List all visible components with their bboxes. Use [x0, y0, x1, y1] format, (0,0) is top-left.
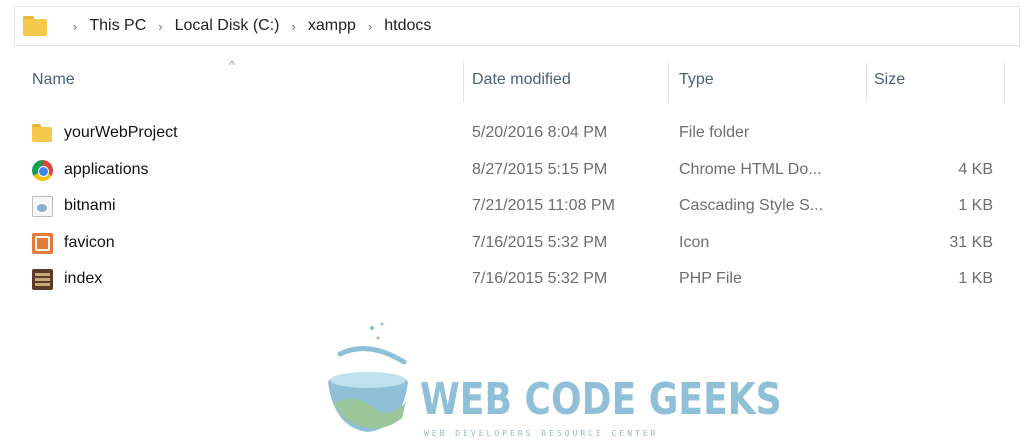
folder-icon [23, 15, 49, 37]
file-name: index [64, 270, 103, 287]
column-header-name[interactable]: Name [32, 56, 462, 104]
column-header-size[interactable]: Size [874, 56, 994, 104]
column-divider[interactable] [463, 62, 464, 102]
chevron-right-icon: › [73, 18, 78, 34]
chrome-html-icon [32, 159, 53, 181]
breadcrumb-this-pc[interactable]: This PC [89, 17, 146, 35]
column-divider[interactable] [1004, 62, 1005, 102]
chevron-right-icon[interactable]: › [368, 19, 372, 34]
file-type: Cascading Style S... [679, 197, 824, 214]
column-header-type[interactable]: Type [679, 56, 864, 104]
file-type: Icon [679, 233, 710, 251]
php-file-icon [32, 269, 53, 290]
column-divider[interactable] [668, 62, 669, 102]
file-name: favicon [64, 233, 115, 251]
file-row-index[interactable]: index 7/16/2015 5:32 PM PHP File 1 KB [0, 261, 1025, 298]
breadcrumb-local-disk[interactable]: Local Disk (C:) [175, 17, 280, 35]
breadcrumb-xampp[interactable]: xampp [308, 17, 356, 35]
file-row-bitnami[interactable]: bitnami 7/21/2015 11:08 PM Cascading Sty… [0, 188, 1025, 225]
breadcrumb: › This PC › Local Disk (C:) › xampp › ht… [61, 17, 431, 35]
file-date: 7/16/2015 5:32 PM [472, 233, 608, 251]
sort-ascending-icon: ^ [229, 58, 235, 72]
chevron-right-icon[interactable]: › [158, 19, 162, 34]
file-type: PHP File [679, 270, 742, 287]
chevron-right-icon[interactable]: › [292, 19, 296, 34]
file-row-yourwebproject[interactable]: yourWebProject 5/20/2016 8:04 PM File fo… [0, 115, 1025, 152]
watermark-title: WEB CODE GEEKS [420, 374, 782, 425]
file-size: 4 KB [958, 160, 993, 178]
file-name: yourWebProject [64, 124, 178, 141]
file-type: Chrome HTML Do... [679, 160, 822, 178]
breadcrumb-htdocs[interactable]: htdocs [384, 17, 431, 35]
file-list: yourWebProject 5/20/2016 8:04 PM File fo… [0, 115, 1025, 298]
column-divider[interactable] [866, 62, 867, 102]
css-file-icon [32, 196, 53, 217]
file-size: 1 KB [958, 197, 993, 214]
file-date: 7/16/2015 5:32 PM [472, 270, 608, 287]
file-date: 5/20/2016 8:04 PM [472, 124, 608, 141]
file-row-favicon[interactable]: favicon 7/16/2015 5:32 PM Icon 31 KB [0, 225, 1025, 262]
folder-icon [32, 123, 53, 144]
file-date: 8/27/2015 5:15 PM [472, 160, 608, 178]
column-header-row: Name Date modified Type Size [0, 56, 1025, 104]
watermark-subtitle: WEB DEVELOPERS RESOURCE CENTER [424, 429, 659, 438]
file-name: bitnami [64, 197, 116, 214]
file-row-applications[interactable]: applications 8/27/2015 5:15 PM Chrome HT… [0, 152, 1025, 189]
column-header-date-modified[interactable]: Date modified [472, 56, 667, 104]
file-type: File folder [679, 124, 750, 141]
file-size: 31 KB [949, 233, 993, 251]
file-size: 1 KB [958, 270, 993, 287]
file-date: 7/21/2015 11:08 PM [472, 197, 615, 214]
ico-file-icon [32, 232, 53, 254]
web-code-geeks-watermark: WEB CODE GEEKS WEB DEVELOPERS RESOURCE C… [320, 318, 782, 440]
file-name: applications [64, 160, 149, 178]
address-bar[interactable]: › This PC › Local Disk (C:) › xampp › ht… [14, 6, 1020, 46]
web-code-geeks-logo-icon [328, 322, 408, 432]
